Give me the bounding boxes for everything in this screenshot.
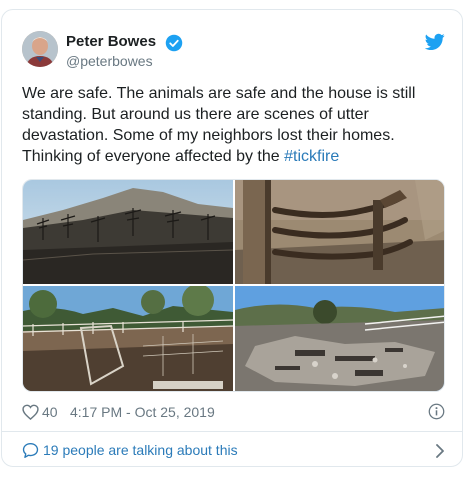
- chevron-right-icon: [436, 444, 444, 458]
- photo-ash-debris[interactable]: [235, 286, 444, 391]
- tweet-body: We are safe. The animals are safe and th…: [22, 85, 416, 165]
- twitter-bird-icon[interactable]: [425, 33, 445, 51]
- display-name[interactable]: Peter Bowes: [66, 33, 156, 50]
- hashtag-link[interactable]: #tickfire: [284, 148, 339, 165]
- photo-burnt-hillside[interactable]: [23, 180, 233, 284]
- verified-badge-icon: [165, 34, 183, 52]
- info-icon[interactable]: [428, 403, 445, 420]
- conversation-label[interactable]: 19 people are talking about this: [43, 442, 238, 458]
- speech-bubble-icon: [22, 443, 39, 458]
- media-grid: [22, 179, 445, 392]
- tweet-card: Peter Bowes @peterbowes We are safe. The…: [1, 9, 463, 467]
- user-handle[interactable]: @peterbowes: [66, 53, 153, 69]
- conversation-link[interactable]: 19 people are talking about this: [22, 440, 445, 462]
- heart-icon[interactable]: [22, 404, 39, 420]
- tweet-meta: 40 4:17 PM - Oct 25, 2019: [22, 403, 445, 423]
- like-count[interactable]: 40: [42, 404, 58, 420]
- tweet-timestamp[interactable]: 4:17 PM - Oct 25, 2019: [70, 404, 215, 420]
- photo-fenced-yard[interactable]: [23, 286, 233, 391]
- tweet-text: We are safe. The animals are safe and th…: [22, 83, 442, 167]
- avatar[interactable]: [22, 31, 58, 67]
- photo-burnt-fence[interactable]: [235, 180, 444, 284]
- divider: [2, 431, 462, 432]
